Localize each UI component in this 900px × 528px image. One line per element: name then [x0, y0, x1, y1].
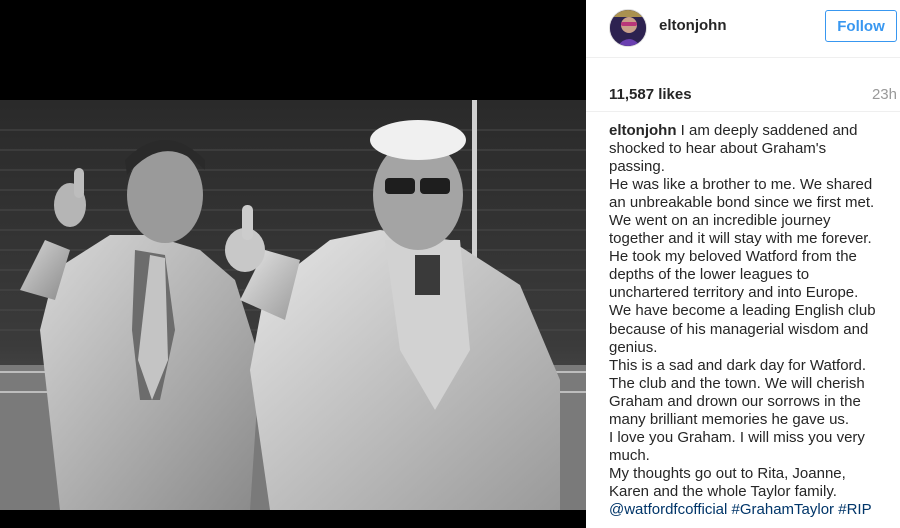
caption-line: My thoughts go out to Rita, Joanne,	[609, 464, 846, 482]
caption-line: because of his managerial wisdom and	[609, 320, 869, 338]
hashtag-link[interactable]: #RIP	[838, 501, 871, 518]
post-caption: eltonjohn I am deeply saddened and shock…	[609, 122, 894, 519]
caption-tags-line: @watfordfcofficial #GrahamTaylor #RIP	[609, 501, 894, 519]
photo-image	[0, 0, 586, 528]
caption-text: I am deeply saddened and	[680, 122, 858, 139]
caption-line: shocked to hear about Graham's	[609, 140, 827, 158]
caption-line: unchartered territory and into Europe.	[609, 284, 859, 302]
hashtag-link[interactable]: #GrahamTaylor	[732, 501, 835, 518]
caption-line: genius.	[609, 338, 658, 356]
post-header: eltonjohn Follow	[586, 0, 900, 58]
caption-line: an unbreakable bond since we first met.	[609, 194, 875, 212]
caption-username[interactable]: eltonjohn	[609, 122, 677, 139]
profile-avatar-icon[interactable]	[609, 9, 647, 47]
caption-line: This is a sad and dark day for Watford.	[609, 356, 867, 374]
caption-line: We have become a leading English club	[609, 302, 876, 320]
caption-line: together and it will stay with me foreve…	[609, 230, 872, 248]
caption-line: I love you Graham. I will miss you very	[609, 428, 865, 446]
post-username[interactable]: eltonjohn	[659, 17, 727, 34]
follow-button[interactable]: Follow	[825, 10, 897, 42]
caption-line: He was like a brother to me. We shared	[609, 176, 873, 194]
caption-line: depths of the lower leagues to	[609, 266, 810, 284]
caption-first-line: eltonjohn I am deeply saddened and	[609, 122, 894, 140]
mention-link[interactable]: @watfordfcofficial	[609, 501, 727, 518]
caption-line: He took my beloved Watford from the	[609, 248, 857, 266]
post-stats: 11,587 likes 23h	[586, 58, 900, 112]
caption-line: Karen and the whole Taylor family.	[609, 482, 837, 500]
caption-line: many brilliant memories he gave us.	[609, 410, 850, 428]
caption-line: The club and the town. We will cherish	[609, 374, 865, 392]
caption-line: much.	[609, 446, 650, 464]
post-photo[interactable]	[0, 0, 586, 528]
caption-line: We went on an incredible journey	[609, 212, 831, 230]
post-side-panel: eltonjohn Follow 11,587 likes 23h eltonj…	[586, 0, 900, 528]
like-count[interactable]: 11,587 likes	[609, 86, 692, 103]
caption-line: passing.	[609, 158, 665, 176]
post-timestamp[interactable]: 23h	[872, 86, 897, 103]
caption-line: Graham and drown our sorrows in the	[609, 392, 861, 410]
